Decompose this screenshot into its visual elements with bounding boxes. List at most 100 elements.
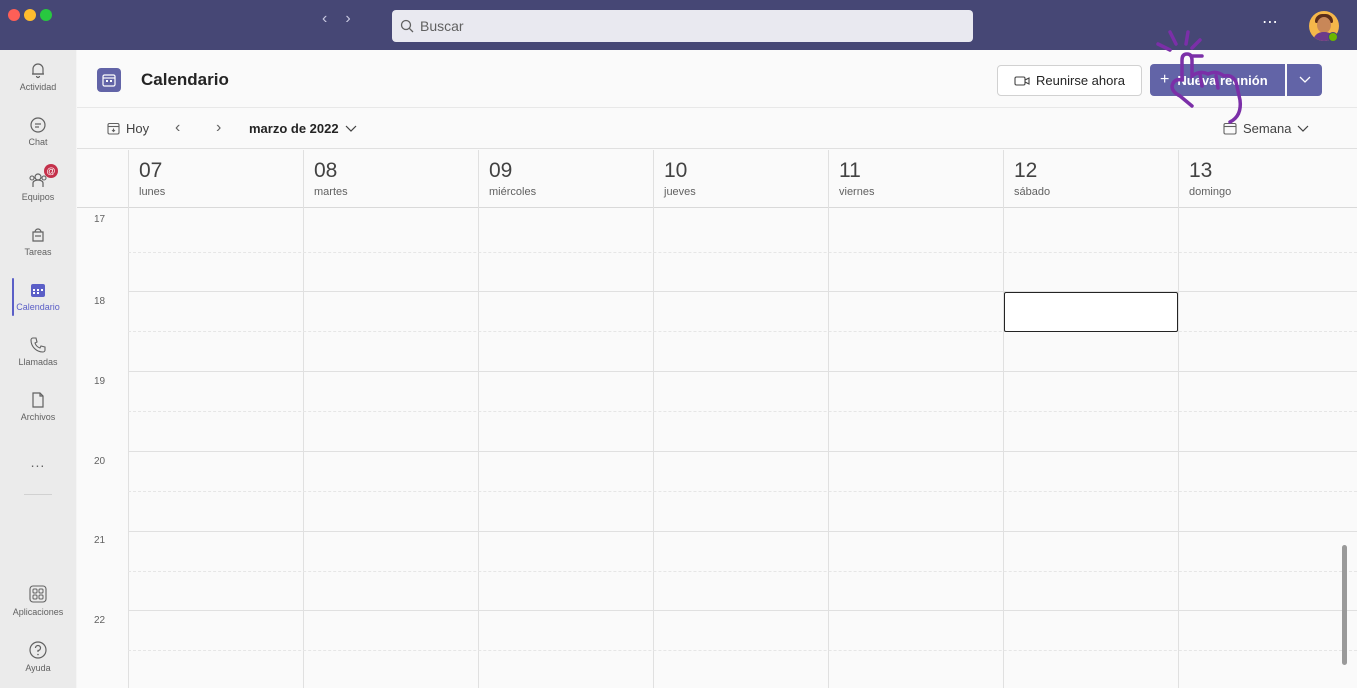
column-divider bbox=[1003, 208, 1004, 688]
day-name: miércoles bbox=[489, 186, 537, 198]
day-name: lunes bbox=[139, 186, 166, 198]
rail-label: Archivos bbox=[20, 411, 56, 422]
minimize-window-button[interactable] bbox=[24, 9, 36, 21]
today-button[interactable]: Hoy bbox=[107, 121, 149, 136]
vertical-scrollbar[interactable] bbox=[1342, 545, 1347, 665]
day-name: jueves bbox=[664, 186, 696, 198]
apps-icon bbox=[29, 584, 47, 603]
hour-label: 20 bbox=[94, 456, 106, 467]
more-options-icon[interactable]: ⋯ bbox=[1262, 12, 1278, 32]
calendar-main: Calendario Reunirse ahora + Nueva reunió… bbox=[77, 50, 1357, 688]
calendar-icon bbox=[31, 283, 45, 297]
chevron-down-icon bbox=[345, 125, 357, 132]
week-time-grid[interactable]: 17 18 19 20 21 22 bbox=[77, 208, 1357, 688]
hour-line bbox=[128, 531, 1357, 532]
column-divider bbox=[828, 208, 829, 688]
day-header-col[interactable]: 11 viernes bbox=[828, 150, 1003, 208]
video-camera-icon bbox=[1014, 75, 1030, 86]
day-header-col[interactable]: 10 jueves bbox=[653, 150, 828, 208]
half-hour-line bbox=[128, 252, 1357, 253]
hour-line bbox=[128, 451, 1357, 452]
rail-label: Aplicaciones bbox=[12, 606, 64, 617]
rail-item-more[interactable]: ... bbox=[0, 436, 76, 488]
week-day-header: 07 lunes 08 martes 09 miércoles 10 jueve… bbox=[77, 150, 1357, 208]
column-divider bbox=[303, 208, 304, 688]
search-input[interactable] bbox=[420, 18, 940, 34]
search-box[interactable] bbox=[392, 10, 973, 42]
plus-icon: + bbox=[1160, 71, 1170, 88]
half-hour-line bbox=[128, 650, 1357, 651]
week-view-icon bbox=[1223, 122, 1237, 135]
next-week-icon[interactable]: › bbox=[216, 119, 221, 137]
day-header-col[interactable]: 13 domingo bbox=[1178, 150, 1357, 208]
day-header-col[interactable]: 09 miércoles bbox=[478, 150, 653, 208]
meet-now-button[interactable]: Reunirse ahora bbox=[997, 65, 1142, 96]
maximize-window-button[interactable] bbox=[40, 9, 52, 21]
chat-icon bbox=[30, 116, 46, 133]
forward-arrow-icon[interactable]: › bbox=[345, 10, 350, 28]
day-number: 13 bbox=[1189, 159, 1213, 182]
page-title: Calendario bbox=[141, 70, 229, 89]
calendar-header: Calendario Reunirse ahora + Nueva reunió… bbox=[77, 50, 1357, 108]
day-number: 11 bbox=[839, 159, 861, 182]
close-window-button[interactable] bbox=[8, 9, 20, 21]
title-bar: ‹ › ⋯ bbox=[0, 0, 1357, 50]
mention-badge: @ bbox=[44, 164, 58, 178]
more-icon: ... bbox=[30, 454, 46, 470]
rail-item-actividad[interactable]: Actividad bbox=[0, 50, 76, 102]
day-name: domingo bbox=[1189, 186, 1232, 198]
day-header-col[interactable]: 07 lunes bbox=[128, 150, 303, 208]
tasks-icon bbox=[32, 227, 44, 242]
rail-item-archivos[interactable]: Archivos bbox=[0, 380, 76, 432]
day-number: 08 bbox=[314, 159, 338, 182]
calendar-app-icon bbox=[97, 68, 121, 92]
history-nav: ‹ › bbox=[322, 10, 351, 28]
selected-time-slot[interactable] bbox=[1004, 292, 1178, 332]
day-header-col[interactable]: 08 martes bbox=[303, 150, 478, 208]
column-divider bbox=[1178, 208, 1179, 688]
new-meeting-button[interactable]: + Nueva reunión bbox=[1150, 64, 1285, 96]
bell-icon bbox=[32, 62, 44, 78]
day-header-col[interactable]: 12 sábado bbox=[1003, 150, 1178, 208]
day-number: 07 bbox=[139, 159, 163, 182]
calendar-toolbar: Hoy ‹ › marzo de 2022 Semana bbox=[77, 109, 1357, 149]
meet-now-label: Reunirse ahora bbox=[1036, 73, 1125, 88]
search-icon bbox=[400, 19, 414, 33]
half-hour-line bbox=[128, 571, 1357, 572]
month-label: marzo de 2022 bbox=[249, 121, 339, 136]
previous-week-icon[interactable]: ‹ bbox=[175, 119, 180, 137]
file-icon bbox=[32, 391, 44, 408]
rail-item-tareas[interactable]: Tareas bbox=[0, 215, 76, 267]
rail-item-aplicaciones[interactable]: Aplicaciones bbox=[0, 574, 76, 626]
today-calendar-icon bbox=[107, 122, 120, 135]
help-icon bbox=[29, 640, 47, 659]
rail-item-chat[interactable]: Chat bbox=[0, 105, 76, 157]
rail-label: Actividad bbox=[19, 81, 57, 92]
rail-label: Tareas bbox=[24, 246, 52, 257]
day-number: 10 bbox=[664, 159, 688, 182]
hour-label: 19 bbox=[94, 376, 106, 387]
month-picker[interactable]: marzo de 2022 bbox=[249, 121, 357, 136]
rail-label: Ayuda bbox=[25, 662, 51, 673]
rail-label: Equipos bbox=[21, 191, 55, 202]
rail-item-llamadas[interactable]: Llamadas bbox=[0, 325, 76, 377]
view-switcher[interactable]: Semana bbox=[1223, 121, 1309, 136]
hour-label: 18 bbox=[94, 296, 106, 307]
column-divider bbox=[653, 208, 654, 688]
hour-line bbox=[128, 610, 1357, 611]
day-name: viernes bbox=[839, 186, 875, 198]
back-arrow-icon[interactable]: ‹ bbox=[322, 10, 327, 28]
rail-item-calendario[interactable]: Calendario bbox=[0, 270, 76, 322]
phone-icon bbox=[30, 336, 46, 353]
day-number: 09 bbox=[489, 159, 513, 182]
presence-status-icon bbox=[1328, 32, 1338, 42]
column-divider bbox=[478, 208, 479, 688]
new-meeting-dropdown-button[interactable] bbox=[1287, 64, 1322, 96]
rail-item-equipos[interactable]: @ Equipos bbox=[0, 160, 76, 212]
view-label: Semana bbox=[1243, 121, 1292, 136]
rail-divider bbox=[24, 494, 52, 495]
rail-item-ayuda[interactable]: Ayuda bbox=[0, 630, 76, 682]
hour-label: 22 bbox=[94, 615, 106, 626]
rail-label: Calendario bbox=[16, 301, 60, 312]
rail-label: Llamadas bbox=[18, 356, 58, 367]
